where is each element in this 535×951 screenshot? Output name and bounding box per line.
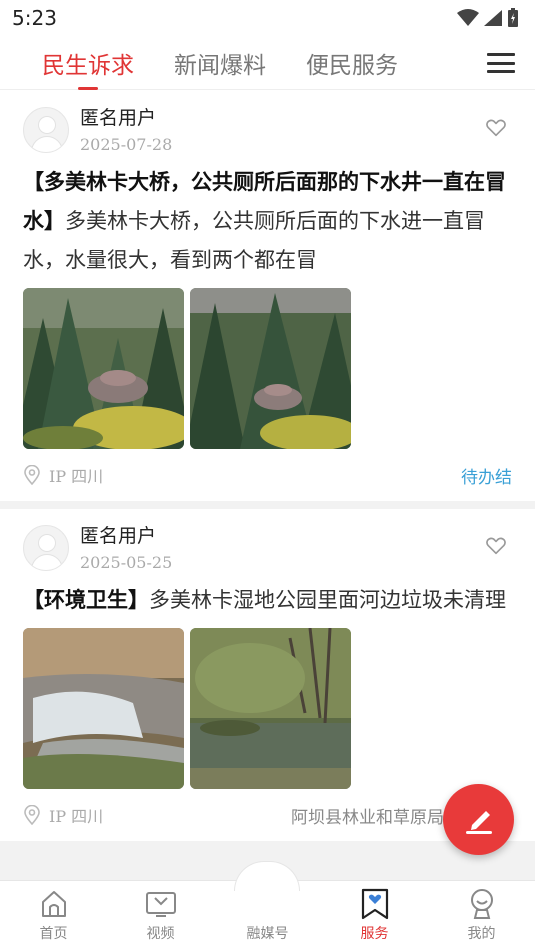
nav-item-home[interactable]: 首页 xyxy=(0,881,107,951)
nav-label: 服务 xyxy=(360,926,389,942)
location-pin-icon xyxy=(24,465,40,485)
post-footer: IP 四川 待办结 xyxy=(23,449,512,501)
avatar xyxy=(23,525,69,571)
forest-photo[interactable] xyxy=(23,288,184,449)
profile-icon xyxy=(470,889,493,919)
post-footer: IP 四川 阿坝县林业和草原局 - 已办结 xyxy=(23,789,512,841)
waterfall-photo[interactable] xyxy=(23,628,184,789)
tab-news-tips[interactable]: 新闻爆料 xyxy=(174,36,266,90)
post-header: 匿名用户 2025-05-25 xyxy=(23,523,512,581)
post-username: 匿名用户 xyxy=(80,107,157,129)
heart-icon[interactable] xyxy=(485,117,507,139)
status-bar: 5:23 xyxy=(0,0,535,36)
home-icon xyxy=(41,891,66,917)
nav-item-media[interactable]: 融媒号 xyxy=(214,881,321,951)
post-date: 2025-07-28 xyxy=(80,135,173,154)
post-text[interactable]: 【环境卫生】多美林卡湿地公园里面河边垃圾未清理 xyxy=(23,581,512,620)
new-post-button[interactable] xyxy=(443,784,514,855)
ip-label: IP 四川 xyxy=(49,807,104,826)
tab-public-services[interactable]: 便民服务 xyxy=(306,36,398,90)
location-pin-icon xyxy=(24,805,40,825)
forest-photo[interactable] xyxy=(190,288,351,449)
wifi-icon xyxy=(457,9,479,26)
nav-label: 首页 xyxy=(39,926,68,942)
post-body: 多美林卡湿地公园里面河边垃圾未清理 xyxy=(149,588,506,612)
post-body: 多美林卡大桥，公共厕所后面的下水进一直冒水，水量很大，看到两个都在冒 xyxy=(23,209,485,272)
status-badge: 待办结 xyxy=(461,467,512,488)
ip-location: IP 四川 xyxy=(23,803,103,827)
heart-icon[interactable] xyxy=(485,535,507,557)
bottom-nav: 首页 视频 融媒号 服务 我的 xyxy=(0,861,535,951)
nav-item-service[interactable]: 服务 xyxy=(321,881,428,951)
signal-icon xyxy=(484,10,502,26)
appeal-feed[interactable]: 匿名用户 2025-07-28 【多美林卡大桥，公共厕所后面那的下水井一直在冒水… xyxy=(0,91,535,880)
post-card[interactable]: 匿名用户 2025-05-25 【环境卫生】多美林卡湿地公园里面河边垃圾未清理 xyxy=(0,509,535,841)
post-username: 匿名用户 xyxy=(80,525,157,547)
ip-location: IP 四川 xyxy=(23,463,103,487)
battery-icon xyxy=(508,8,518,27)
nav-item-video[interactable]: 视频 xyxy=(107,881,214,951)
status-time: 5:23 xyxy=(12,6,57,30)
post-text[interactable]: 【多美林卡大桥，公共厕所后面那的下水井一直在冒水】多美林卡大桥，公共厕所后面的下… xyxy=(23,163,512,280)
top-tab-bar: 民生诉求 新闻爆料 便民服务 xyxy=(0,36,535,90)
post-photos xyxy=(23,288,512,449)
pen-icon xyxy=(465,810,492,834)
tab-livelihood-appeals[interactable]: 民生诉求 xyxy=(42,36,134,90)
avatar xyxy=(23,107,69,153)
post-card[interactable]: 匿名用户 2025-07-28 【多美林卡大桥，公共厕所后面那的下水井一直在冒水… xyxy=(0,91,535,501)
nav-label: 我的 xyxy=(467,926,496,942)
post-date: 2025-05-25 xyxy=(80,553,173,572)
post-header: 匿名用户 2025-07-28 xyxy=(23,105,512,163)
ip-label: IP 四川 xyxy=(49,467,104,486)
nav-label: 视频 xyxy=(146,926,175,942)
nav-label: 融媒号 xyxy=(246,926,289,942)
media-icon xyxy=(253,889,283,919)
video-icon xyxy=(145,892,176,917)
post-title: 【环境卫生】 xyxy=(23,588,149,612)
status-icons xyxy=(457,8,519,28)
menu-icon[interactable] xyxy=(487,49,515,77)
nav-item-profile[interactable]: 我的 xyxy=(428,881,535,951)
service-icon xyxy=(361,888,388,920)
post-photos xyxy=(23,628,512,789)
river-photo[interactable] xyxy=(190,628,351,789)
